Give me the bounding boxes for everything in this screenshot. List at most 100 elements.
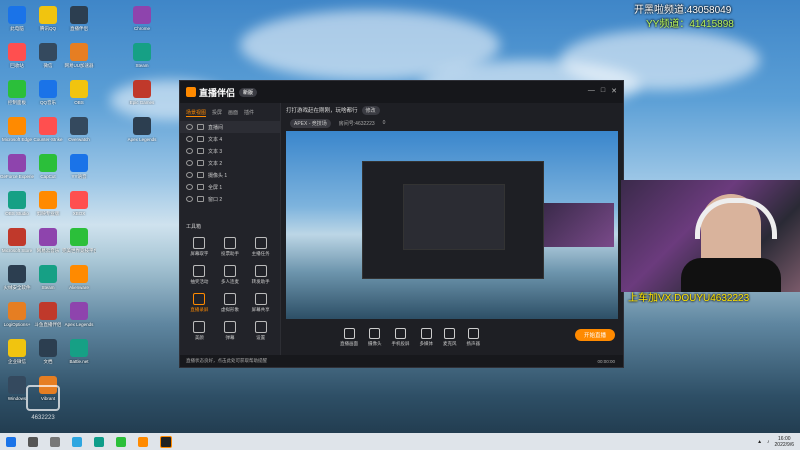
desktop-icon[interactable]: 此电脑 — [0, 6, 34, 31]
desktop-icon[interactable]: 腾讯QQ — [31, 6, 65, 31]
tool-button[interactable]: 屏幕共享 — [245, 293, 276, 313]
bottom-tool-button[interactable]: 扬声器 — [467, 327, 480, 347]
stream-preview[interactable] — [286, 131, 618, 319]
eye-icon[interactable] — [186, 172, 193, 178]
tool-button[interactable]: 虚拟形象 — [215, 293, 246, 313]
eye-icon[interactable] — [186, 124, 193, 130]
desktop-icon[interactable]: 网易UU加速器 — [62, 43, 96, 68]
desktop-icon[interactable]: 文档 — [31, 339, 65, 364]
desktop-icon[interactable]: 完美世界竞技平台 — [62, 228, 96, 253]
desktop-icon[interactable]: 微信 — [31, 43, 65, 68]
desktop-icon[interactable]: LogiOptions+ — [0, 302, 34, 327]
tool-button[interactable]: 弹幕 — [215, 321, 246, 341]
wechat-icon[interactable] — [116, 436, 126, 447]
tab-plugins[interactable]: 插件 — [244, 109, 254, 117]
bottom-tool-button[interactable]: 直播画面 — [340, 327, 358, 347]
desktop-icon[interactable]: Alienware — [62, 265, 96, 290]
tool-button[interactable]: 设置 — [245, 321, 276, 341]
lock-icon[interactable] — [197, 172, 204, 178]
tool-button[interactable]: 抽奖活动 — [184, 265, 215, 285]
eye-icon[interactable] — [186, 148, 193, 154]
tab-scene[interactable]: 场景视图 — [186, 109, 207, 117]
tool-button[interactable]: 多人连麦 — [215, 265, 246, 285]
desktop-icon[interactable]: 火绒安全软件 — [0, 265, 34, 290]
game-tag[interactable]: APEX - 竞技场 — [290, 118, 331, 128]
desktop-icon[interactable]: XBOX — [62, 191, 96, 216]
desktop-icon[interactable]: YY语音 — [62, 154, 96, 179]
desktop-icon[interactable]: 网易云音乐 — [31, 228, 65, 253]
tool-button[interactable]: 投票助手 — [215, 237, 246, 257]
tab-picture[interactable]: 画面 — [228, 109, 238, 117]
desktop-icon[interactable]: Apex Legends — [62, 302, 96, 327]
desktop-icon[interactable]: OBS — [62, 80, 96, 105]
tool-button[interactable]: 屏幕取字 — [184, 237, 215, 257]
tool-button[interactable]: 转发助手 — [245, 265, 276, 285]
telegram-icon[interactable] — [72, 436, 82, 447]
desktop-icon[interactable]: CapCut — [31, 154, 65, 179]
bottom-tool-button[interactable]: 手机投屏 — [392, 327, 410, 347]
tool-button[interactable]: 美颜 — [184, 321, 215, 341]
app-orange-icon[interactable] — [138, 436, 148, 447]
edge-icon[interactable] — [94, 436, 104, 447]
desktop-icon[interactable]: Steam — [31, 265, 65, 290]
desktop-icon[interactable]: Epic Games — [125, 80, 159, 105]
maximize-icon[interactable]: □ — [601, 87, 605, 95]
lock-icon[interactable] — [197, 124, 204, 130]
volume-icon[interactable]: ♪ — [767, 439, 770, 445]
stream-title[interactable]: 打打游戏赶在刚刚，玩啥都行 — [286, 106, 358, 114]
desktop-icon[interactable]: Counter-Strike — [31, 117, 65, 142]
desktop-icon[interactable]: Microsoft Store — [0, 228, 34, 253]
lock-icon[interactable] — [197, 184, 204, 190]
source-item[interactable]: 摄像头 1 — [180, 169, 280, 181]
desktop-icon[interactable]: Steam — [125, 43, 159, 68]
source-item[interactable]: 直播间 — [180, 121, 280, 133]
desktop-icon[interactable]: 控制面板 — [0, 80, 34, 105]
desktop-icon[interactable]: 剪映专业版 — [31, 191, 65, 216]
desktop-icon[interactable]: 直播伴侣 — [62, 6, 96, 31]
tab-cast[interactable]: 投屏 — [212, 109, 222, 117]
desktop-icon-label: 文档 — [43, 359, 53, 364]
desktop-icon[interactable]: 斗鱼直播伴侣 — [31, 302, 65, 327]
source-item[interactable]: 文本 2 — [180, 157, 280, 169]
source-item[interactable]: 窗口 2 — [180, 193, 280, 205]
source-item[interactable]: 全屏 1 — [180, 181, 280, 193]
scene-panel: 场景视图 投屏 画面 插件 直播间 文本 4 文本 3 文本 2 摄像头 1 全屏 1 窗口… — [180, 103, 281, 367]
minimize-icon[interactable]: — — [588, 87, 595, 95]
desktop-icon[interactable]: QQ音乐 — [31, 80, 65, 105]
eye-icon[interactable] — [186, 196, 193, 202]
clock-date[interactable]: 2022/9/6 — [775, 442, 794, 448]
app-brand-badge[interactable]: 新版 — [239, 87, 258, 97]
lock-icon[interactable] — [197, 136, 204, 142]
eye-icon[interactable] — [186, 184, 193, 190]
tool-button[interactable]: 主播任务 — [245, 237, 276, 257]
desktop-icon[interactable]: 企业微信 — [0, 339, 34, 364]
eye-icon[interactable] — [186, 136, 193, 142]
bottom-tool-button[interactable]: 麦克风 — [443, 327, 457, 347]
source-item[interactable]: 文本 4 — [180, 133, 280, 145]
task-view-icon[interactable] — [50, 436, 60, 447]
desktop-icon[interactable]: 回收站 — [0, 43, 34, 68]
eye-icon[interactable] — [186, 160, 193, 166]
close-icon[interactable]: ✕ — [611, 87, 617, 95]
desktop-icon[interactable]: Chrome — [125, 6, 159, 31]
source-item[interactable]: 文本 3 — [180, 145, 280, 157]
windows-start-icon[interactable] — [6, 436, 16, 447]
desktop-icon[interactable]: Apex Legends — [125, 117, 159, 142]
start-live-button[interactable]: 开始直播 — [575, 329, 615, 341]
tool-button[interactable]: 直播录屏 — [184, 293, 215, 313]
desktop-icon[interactable]: OBS Studio — [0, 191, 34, 216]
search-icon[interactable] — [28, 436, 38, 447]
edit-title-button[interactable]: 修改 — [361, 105, 380, 115]
lock-icon[interactable] — [197, 148, 204, 154]
status-text[interactable]: 直播状态良好，点击此处可获取帮助提醒 — [186, 358, 267, 364]
lock-icon[interactable] — [197, 196, 204, 202]
desktop-icon[interactable]: GeForce Experience — [0, 154, 34, 179]
network-icon[interactable]: ▲ — [757, 439, 762, 445]
lock-icon[interactable] — [197, 160, 204, 166]
desktop-icon[interactable]: Battle.net — [62, 339, 96, 364]
bottom-tool-button[interactable]: 多媒体 — [420, 327, 433, 347]
desktop-icon[interactable]: Overwatch — [62, 117, 96, 142]
douyu-taskbar-icon[interactable] — [160, 435, 172, 448]
bottom-tool-button[interactable]: 摄像头 — [368, 327, 382, 347]
desktop-icon[interactable]: Microsoft Edge — [0, 117, 34, 142]
